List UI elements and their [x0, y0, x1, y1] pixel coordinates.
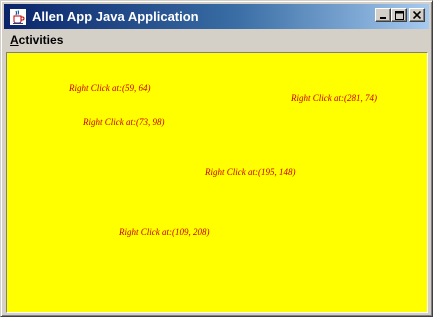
minimize-icon — [380, 17, 386, 19]
menu-bar: Activities — [4, 30, 429, 50]
app-window: Allen App Java Application Activities Ri… — [0, 0, 433, 317]
close-button[interactable] — [409, 8, 425, 22]
title-bar[interactable]: Allen App Java Application — [4, 4, 429, 29]
click-label: Right Click at:(59, 64) — [69, 83, 151, 93]
minimize-button[interactable] — [375, 8, 391, 22]
menu-activities-mnemonic: A — [10, 33, 19, 47]
click-label: Right Click at:(73, 98) — [83, 117, 165, 127]
menu-activities[interactable]: Activities — [4, 30, 69, 50]
window-controls — [375, 8, 425, 22]
maximize-icon — [394, 10, 404, 20]
click-label: Right Click at:(195, 148) — [205, 167, 296, 177]
menu-activities-label: ctivities — [18, 33, 64, 47]
click-label: Right Click at:(109, 208) — [119, 227, 210, 237]
maximize-button[interactable] — [391, 8, 407, 22]
drawing-canvas[interactable]: Right Click at:(59, 64) Right Click at:(… — [6, 52, 428, 313]
java-cup-icon[interactable] — [9, 8, 27, 26]
window-title: Allen App Java Application — [32, 9, 199, 24]
close-icon — [413, 11, 421, 19]
click-label: Right Click at:(281, 74) — [291, 93, 377, 103]
